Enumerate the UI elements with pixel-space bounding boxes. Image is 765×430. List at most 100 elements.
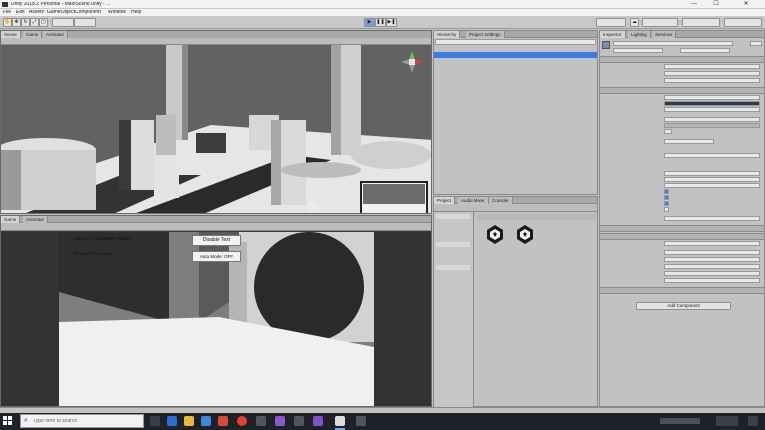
account-dropdown[interactable] [642, 18, 678, 27]
hand-tool-button[interactable]: ✋ [3, 18, 12, 27]
script-field[interactable] [664, 264, 760, 269]
camera-checkbox[interactable] [664, 207, 669, 212]
folder-item[interactable] [436, 214, 470, 219]
tab-hierarchy[interactable]: Hierarchy [434, 31, 461, 38]
system-tray[interactable] [660, 418, 700, 424]
camera-field[interactable] [664, 216, 760, 221]
store-icon[interactable] [201, 416, 211, 426]
app-icon[interactable] [218, 416, 228, 426]
camera-field[interactable] [664, 107, 760, 112]
hierarchy-row[interactable] [434, 148, 597, 154]
menu-file[interactable]: File [3, 10, 11, 15]
maximize-button[interactable]: ☐ [706, 0, 726, 9]
game-view[interactable]: Game Animator Author: Christopher Nolan … [0, 215, 432, 407]
tab-scene[interactable]: Scene [1, 31, 21, 38]
menu-window[interactable]: Window [108, 10, 126, 15]
camera-field[interactable] [664, 95, 760, 100]
file-explorer-icon[interactable] [184, 416, 194, 426]
move-tool-button[interactable]: ✥ [12, 18, 21, 27]
position-fields[interactable] [664, 64, 760, 69]
camera-checkbox[interactable] [664, 189, 669, 194]
camera-checkbox[interactable] [664, 195, 669, 200]
camera-field[interactable] [664, 177, 760, 182]
app-icon[interactable] [356, 416, 366, 426]
menu-help[interactable]: Help [131, 10, 141, 15]
tab-lighting[interactable]: Lighting [628, 31, 651, 38]
pause-button[interactable]: ❚❚ [375, 18, 386, 27]
close-button[interactable]: ✕ [736, 0, 756, 9]
camera-component-header[interactable] [600, 87, 764, 94]
tab-audio-mixer[interactable]: Audio Mixer [458, 197, 489, 204]
camera-field[interactable] [664, 117, 760, 122]
menu-assets[interactable]: Assets [29, 10, 44, 15]
app-icon[interactable] [256, 416, 266, 426]
start-button[interactable] [3, 416, 13, 426]
tab-project-settings[interactable]: Project Settings [466, 31, 505, 38]
pivot-toggle[interactable] [52, 18, 74, 27]
scale-fields[interactable] [664, 78, 760, 83]
fov-slider[interactable] [664, 123, 760, 128]
tag-dropdown[interactable] [613, 48, 663, 53]
chrome-icon[interactable] [237, 416, 247, 426]
tab-animator[interactable]: Animator [23, 216, 49, 223]
script-field[interactable] [664, 271, 760, 276]
visual-studio-icon[interactable] [275, 416, 285, 426]
notifications-icon[interactable] [748, 416, 758, 426]
project-folder-tree[interactable] [434, 212, 474, 407]
folder-item[interactable] [436, 242, 470, 247]
menu-gameobject[interactable]: GameObject [47, 10, 75, 15]
tab-game-top[interactable]: Game [23, 31, 43, 38]
rotation-fields[interactable] [664, 71, 760, 76]
minimize-button[interactable]: — [684, 0, 704, 9]
rotate-tool-button[interactable]: ↻ [21, 18, 30, 27]
layer-dropdown[interactable] [680, 48, 730, 53]
background-color-swatch[interactable] [664, 101, 760, 106]
viewport-fields[interactable] [664, 153, 760, 158]
clock[interactable] [716, 416, 738, 426]
camera-checkbox[interactable] [664, 201, 669, 206]
transform-component-header[interactable] [600, 56, 764, 63]
edge-browser-icon[interactable] [167, 416, 177, 426]
layers-dropdown[interactable] [682, 18, 720, 27]
depth-field[interactable] [664, 171, 760, 176]
cloud-button[interactable]: ☁ [630, 18, 639, 27]
auto-mode-button[interactable]: Auto Mode: OFF [192, 251, 241, 262]
camera-checkbox[interactable] [664, 129, 672, 134]
app-icon[interactable] [313, 416, 323, 426]
collab-button[interactable] [596, 18, 626, 27]
tab-inspector[interactable]: Inspector [600, 31, 626, 38]
project-asset-script-2[interactable] [514, 223, 536, 247]
add-component-button[interactable]: Add Component [636, 302, 731, 310]
gameobject-name-input[interactable] [613, 41, 733, 46]
tab-animator-top[interactable]: Animator [43, 31, 69, 38]
layout-dropdown[interactable] [724, 18, 762, 27]
hierarchy-search-input[interactable] [435, 39, 596, 45]
script-component-header[interactable] [600, 233, 764, 240]
taskbar-search-input[interactable]: ⌕ Type here to search [20, 414, 144, 428]
global-toggle[interactable] [74, 18, 96, 27]
audio-listener-header[interactable] [600, 225, 764, 232]
tab-game[interactable]: Game [1, 216, 21, 223]
static-toggle[interactable] [750, 41, 762, 46]
script-field[interactable] [664, 241, 760, 246]
script-field[interactable] [664, 250, 760, 255]
play-button[interactable]: ▶ [364, 18, 375, 27]
script-component-header-2[interactable] [600, 287, 764, 294]
rect-tool-button[interactable]: ▢ [39, 18, 48, 27]
project-asset-script-1[interactable] [484, 223, 506, 247]
disable-text-button[interactable]: Disable Text [192, 235, 241, 246]
tab-console[interactable]: Console [489, 197, 513, 204]
scene-view[interactable]: Scene Game Animator [0, 30, 432, 214]
script-field[interactable] [664, 257, 760, 262]
step-button[interactable]: ▶❚ [386, 18, 397, 27]
menu-component[interactable]: Component [75, 10, 101, 15]
script-field[interactable] [664, 278, 760, 283]
menu-edit[interactable]: Edit [16, 10, 25, 15]
unity-taskbar-icon[interactable] [335, 416, 345, 426]
camera-field[interactable] [664, 183, 760, 188]
scene-gizmo[interactable] [399, 49, 425, 75]
folder-item[interactable] [436, 265, 470, 270]
tab-project[interactable]: Project [434, 197, 456, 204]
clipping-fields[interactable] [664, 139, 714, 144]
scale-tool-button[interactable]: ⤢ [30, 18, 39, 27]
